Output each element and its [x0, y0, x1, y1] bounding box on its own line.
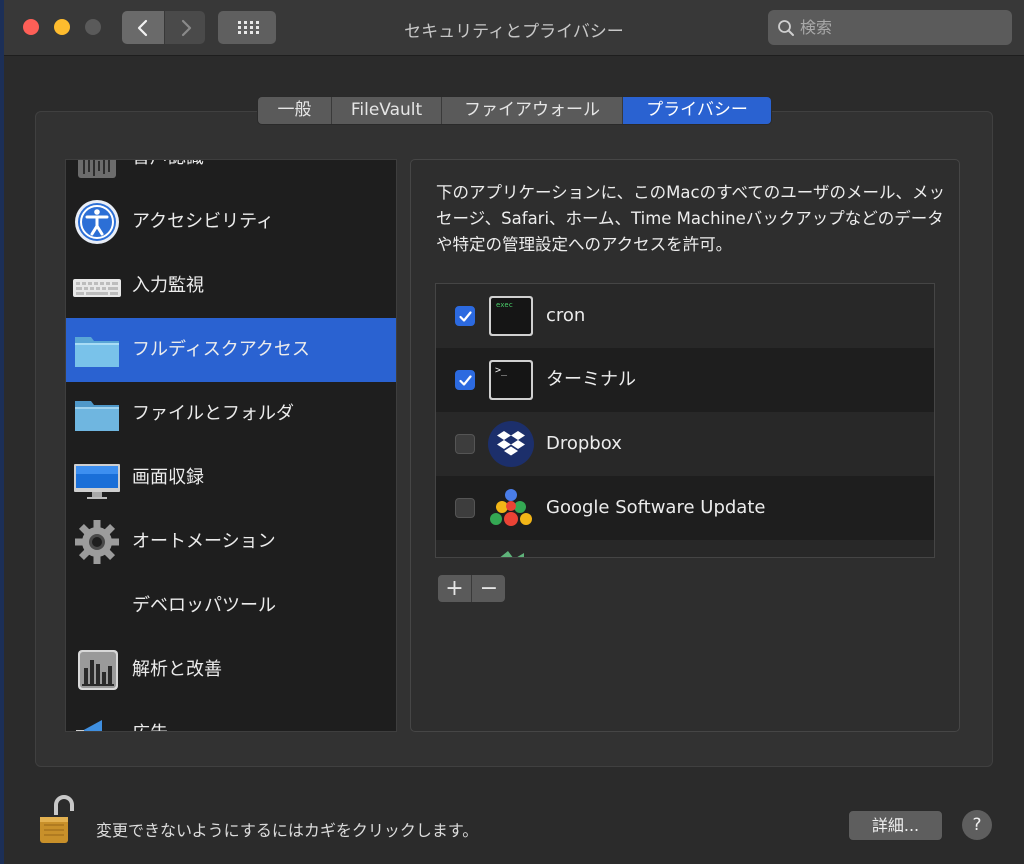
sidebar-item-label: アクセシビリティ — [132, 211, 275, 232]
desktop-edge — [0, 0, 4, 864]
sidebar-item-advertising[interactable]: 広告 — [66, 702, 396, 731]
list-item[interactable]: Google Software Update — [436, 476, 934, 540]
lock-instruction-text: 変更できないようにするにはカギをクリックします。 — [96, 821, 479, 840]
sidebar-item-label: 画面収録 — [132, 467, 204, 488]
sidebar-item-files-and-folders[interactable]: ファイルとフォルダ — [66, 382, 396, 446]
sidebar-item-label: デベロッパツール — [132, 595, 276, 616]
sidebar-item-accessibility[interactable]: アクセシビリティ — [66, 190, 396, 254]
chart-icon — [78, 650, 118, 690]
app-checkbox[interactable] — [455, 370, 475, 390]
app-icon — [500, 551, 524, 557]
sidebar-item-label: 入力監視 — [132, 275, 204, 296]
keyboard-icon — [73, 279, 121, 297]
sidebar-item-developer-tools[interactable]: デベロッパツール — [66, 574, 396, 638]
add-remove-control: + − — [437, 574, 506, 603]
help-button[interactable]: ? — [962, 810, 992, 840]
app-name: ターミナル — [546, 369, 636, 390]
app-name: cron — [546, 305, 586, 326]
app-checkbox[interactable] — [455, 498, 475, 518]
sidebar-item-speech-recognition[interactable]: 音声認識 — [66, 160, 396, 190]
search-field[interactable] — [768, 10, 1012, 45]
tab-firewall[interactable]: ファイアウォール — [442, 97, 623, 124]
list-item[interactable]: >_ ターミナル — [436, 348, 934, 412]
sidebar-item-label: フルディスクアクセス — [132, 339, 310, 360]
sidebar-item-label: 解析と改善 — [132, 659, 222, 680]
list-item[interactable] — [436, 540, 934, 557]
exec-terminal-icon: exec — [489, 296, 533, 336]
accessibility-icon — [75, 200, 119, 244]
checkmark-icon — [459, 375, 472, 386]
terminal-icon: >_ — [489, 360, 533, 400]
sidebar-item-analytics[interactable]: 解析と改善 — [66, 638, 396, 702]
sidebar-item-full-disk-access[interactable]: フルディスクアクセス — [66, 318, 396, 382]
title-bar: セキュリティとプライバシー — [4, 0, 1024, 56]
description-text: 下のアプリケーションに、このMacのすべてのユーザのメール、メッセージ、Safa… — [436, 183, 945, 254]
app-list[interactable]: exec cron >_ ターミナル Dropbox Google Softwa… — [435, 283, 935, 558]
app-checkbox[interactable] — [455, 434, 475, 454]
gear-icon — [75, 520, 119, 564]
app-name: Dropbox — [546, 433, 622, 454]
sidebar-item-input-monitoring[interactable]: 入力監視 — [66, 254, 396, 318]
list-item[interactable]: Dropbox — [436, 412, 934, 476]
advanced-details-button[interactable]: 詳細... — [848, 810, 943, 841]
svg-text:>_: >_ — [495, 365, 508, 376]
display-icon — [74, 464, 120, 499]
unlocked-padlock-icon[interactable] — [38, 795, 74, 847]
app-checkbox[interactable] — [455, 306, 475, 326]
sidebar-item-automation[interactable]: オートメーション — [66, 510, 396, 574]
sidebar-item-screen-recording[interactable]: 画面収録 — [66, 446, 396, 510]
microphone-icon — [78, 160, 116, 178]
sidebar-item-label: ファイルとフォルダ — [132, 403, 294, 424]
folder-icon — [75, 337, 119, 367]
tab-bar: 一般 FileVault ファイアウォール プライバシー — [257, 96, 772, 125]
add-app-button[interactable]: + — [438, 575, 472, 602]
tab-filevault[interactable]: FileVault — [332, 97, 442, 124]
sidebar-item-label: 広告 — [132, 702, 168, 731]
privacy-category-list[interactable]: 音声認識 アクセシビリティ 入力監視 フルディスクアクセス — [65, 159, 397, 732]
dropbox-icon — [488, 421, 534, 467]
checkmark-icon — [459, 311, 472, 322]
megaphone-icon — [76, 720, 102, 731]
list-item[interactable]: exec cron — [436, 284, 934, 348]
search-icon — [778, 20, 794, 36]
sidebar-item-label: 音声認識 — [132, 160, 204, 190]
search-input[interactable] — [800, 16, 1000, 38]
sidebar-item-label: オートメーション — [132, 531, 276, 552]
tab-privacy[interactable]: プライバシー — [623, 97, 771, 124]
app-name: Google Software Update — [546, 497, 766, 518]
tab-general[interactable]: 一般 — [258, 97, 332, 124]
svg-text:exec: exec — [496, 301, 513, 309]
google-update-icon — [490, 489, 532, 526]
folder-icon — [75, 401, 119, 431]
remove-app-button[interactable]: − — [472, 575, 506, 602]
